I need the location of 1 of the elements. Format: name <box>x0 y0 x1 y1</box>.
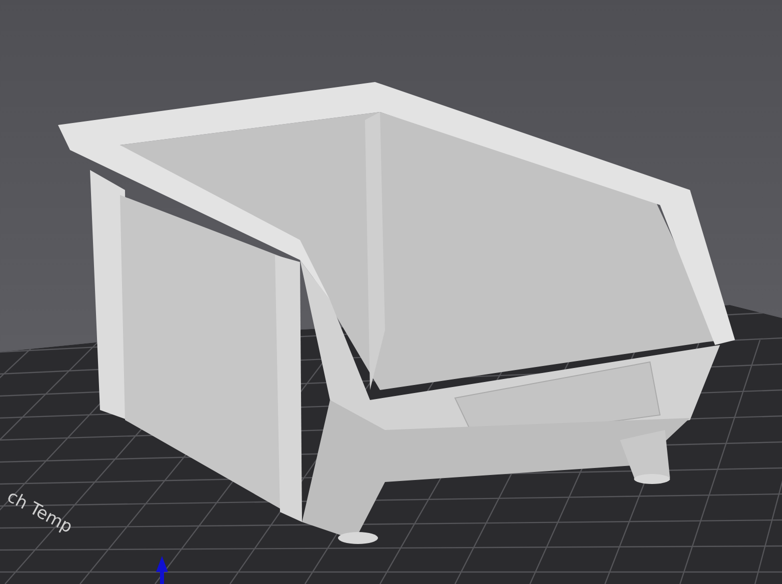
z-axis-arrow-icon <box>156 556 168 584</box>
